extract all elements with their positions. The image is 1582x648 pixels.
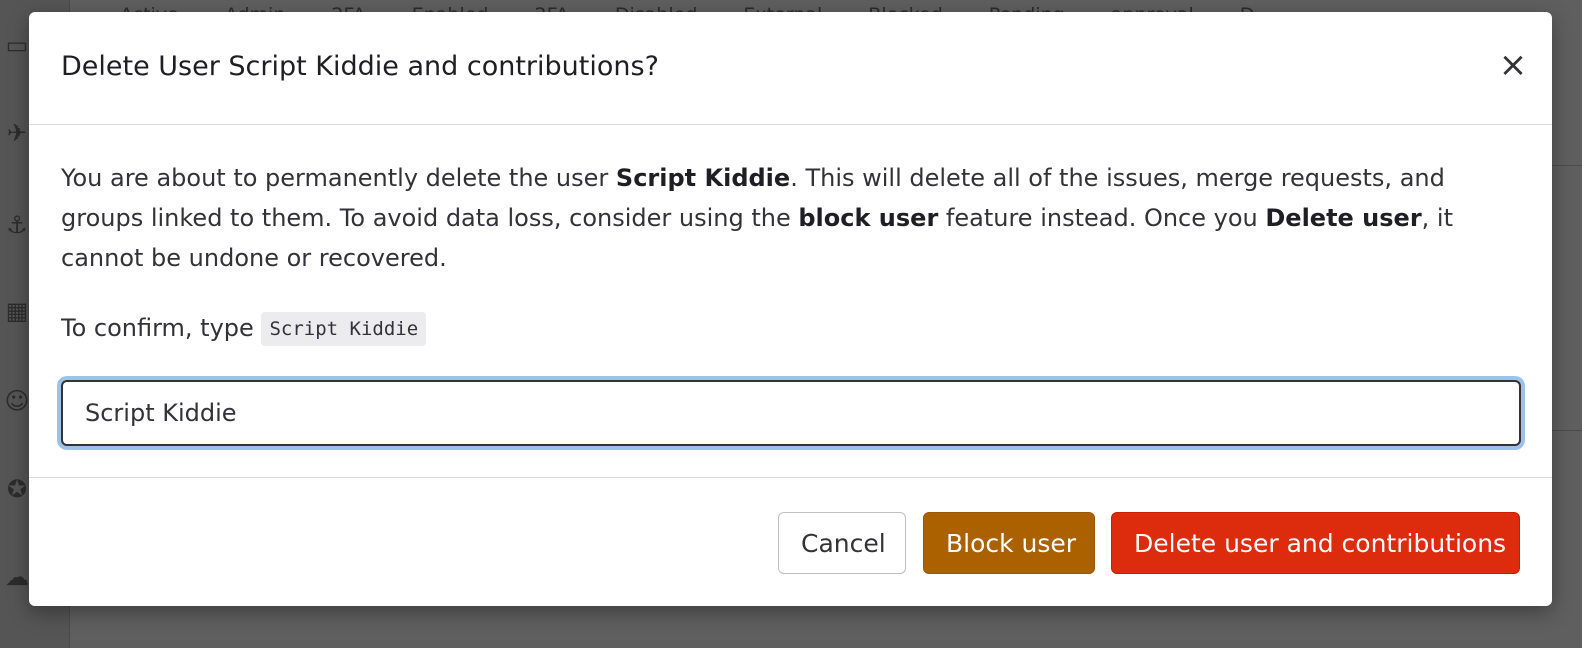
monitor-icon: ▭: [5, 31, 29, 59]
confirm-instruction: To confirm, type Script Kiddie: [61, 308, 427, 348]
warning-text-part: You are about to permanently delete the …: [61, 164, 616, 192]
background-divider: [1552, 430, 1582, 431]
warning-username: Script Kiddie: [615, 164, 791, 192]
background-divider: [1552, 165, 1582, 166]
modal-footer: Cancel Block user Delete user and contri…: [29, 477, 1552, 606]
delete-user-button[interactable]: Delete user and contributions: [1111, 512, 1520, 574]
warning-block-user: block user: [798, 204, 939, 232]
badge-icon: ✪: [6, 475, 28, 503]
warning-text-part: feature instead. Once you: [938, 204, 1266, 232]
cloud-gear-icon: ☁: [5, 563, 29, 591]
warning-text: You are about to permanently delete the …: [61, 158, 1521, 278]
confirm-username-input[interactable]: [61, 380, 1521, 446]
close-icon[interactable]: ×: [1496, 48, 1530, 82]
delete-user-modal: Delete User Script Kiddie and contributi…: [29, 12, 1552, 606]
cancel-button[interactable]: Cancel: [778, 512, 906, 574]
anchor-icon: ⚓: [6, 211, 28, 239]
warning-delete-user: Delete user: [1265, 204, 1422, 232]
confirm-label: To confirm, type: [61, 314, 254, 342]
modal-header: Delete User Script Kiddie and contributi…: [29, 12, 1552, 125]
face-icon: ☺: [4, 387, 30, 415]
confirm-code: Script Kiddie: [261, 312, 427, 346]
block-user-button[interactable]: Block user: [923, 512, 1095, 574]
rocket-icon: ✈: [6, 119, 28, 147]
modal-title: Delete User Script Kiddie and contributi…: [61, 51, 659, 82]
grid-icon: ▦: [5, 297, 29, 325]
